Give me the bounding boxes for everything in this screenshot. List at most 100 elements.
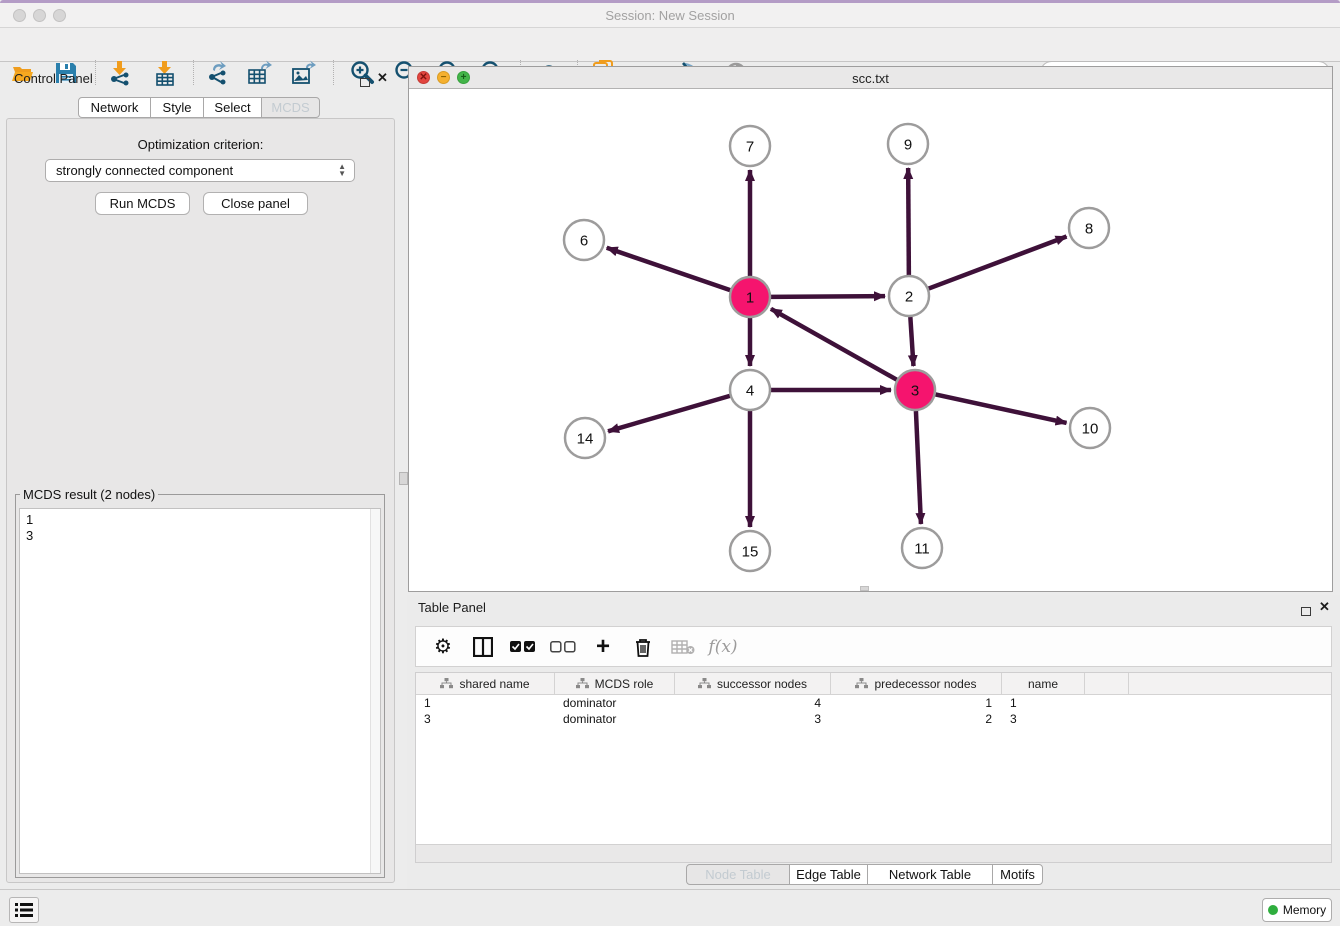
svg-text:11: 11 bbox=[914, 540, 930, 557]
table-cell[interactable]: dominator bbox=[555, 695, 675, 711]
horizontal-splitter-grip[interactable] bbox=[860, 586, 869, 591]
select-all-checkboxes-icon[interactable] bbox=[510, 634, 536, 660]
svg-text:7: 7 bbox=[746, 138, 754, 155]
graph-edge-1-6[interactable] bbox=[607, 248, 730, 290]
svg-text:15: 15 bbox=[742, 543, 759, 560]
export-table-icon[interactable] bbox=[247, 59, 275, 87]
graph-node-7[interactable]: 7 bbox=[730, 126, 770, 166]
tab-style[interactable]: Style bbox=[150, 97, 204, 118]
tab-network-table[interactable]: Network Table bbox=[867, 864, 993, 885]
graph-edge-3-11[interactable] bbox=[916, 411, 921, 524]
graph-edge-2-8[interactable] bbox=[929, 236, 1067, 288]
network-view-titlebar[interactable]: ✕ − + scc.txt bbox=[409, 67, 1332, 89]
split-columns-icon[interactable] bbox=[470, 634, 496, 660]
table-toolbar: ⚙ + f(x) bbox=[415, 626, 1332, 667]
mcds-result-group: MCDS result (2 nodes) 1 3 bbox=[15, 494, 385, 878]
graph-node-3[interactable]: 3 bbox=[895, 370, 935, 410]
graph-node-14[interactable]: 14 bbox=[565, 418, 605, 458]
graph-edge-1-2[interactable] bbox=[771, 296, 885, 297]
graph-edge-4-14[interactable] bbox=[608, 396, 730, 431]
mcds-panel: Optimization criterion: strongly connect… bbox=[6, 118, 395, 883]
gear-icon[interactable]: ⚙ bbox=[430, 634, 456, 660]
column-header-empty bbox=[1085, 673, 1129, 694]
mcds-result-area[interactable]: 1 3 bbox=[19, 508, 381, 874]
graph-edge-3-1[interactable] bbox=[771, 309, 897, 380]
table-row[interactable]: 1dominator411 bbox=[416, 695, 1331, 711]
memory-label: Memory bbox=[1283, 903, 1326, 917]
vertical-splitter-grip[interactable] bbox=[399, 472, 408, 485]
clear-checkboxes-icon[interactable] bbox=[550, 634, 576, 660]
svg-text:10: 10 bbox=[1082, 420, 1099, 437]
table-cell[interactable]: 2 bbox=[831, 711, 1002, 727]
column-header-predecessor-nodes[interactable]: predecessor nodes bbox=[831, 673, 1002, 694]
toolbar-separator bbox=[193, 60, 194, 85]
network-view-window: ✕ − + scc.txt 7 9 6 8 1 2 4 3 14 10 15 11 bbox=[408, 66, 1333, 592]
column-header-MCDS-role[interactable]: MCDS role bbox=[555, 673, 675, 694]
mcds-result-title: MCDS result (2 nodes) bbox=[20, 487, 158, 502]
graph-node-4[interactable]: 4 bbox=[730, 370, 770, 410]
task-history-button[interactable] bbox=[9, 897, 39, 923]
add-column-icon[interactable]: + bbox=[590, 634, 616, 660]
titlebar: Session: New Session bbox=[0, 3, 1340, 28]
delete-table-icon[interactable] bbox=[670, 634, 696, 660]
network-canvas[interactable]: 7 9 6 8 1 2 4 3 14 10 15 11 bbox=[409, 89, 1332, 591]
svg-text:6: 6 bbox=[580, 232, 588, 249]
graph-edge-3-10[interactable] bbox=[936, 394, 1067, 422]
tab-node-table[interactable]: Node Table bbox=[686, 864, 790, 885]
import-table-icon[interactable] bbox=[151, 59, 179, 87]
criterion-select[interactable]: strongly connected component ▲▼ bbox=[45, 159, 355, 182]
graph-node-2[interactable]: 2 bbox=[889, 276, 929, 316]
node-table[interactable]: shared nameMCDS rolesuccessor nodesprede… bbox=[415, 672, 1332, 863]
task-list-icon bbox=[15, 903, 33, 917]
control-panel-close-icon[interactable]: ✕ bbox=[377, 70, 388, 86]
delete-column-icon[interactable] bbox=[630, 634, 656, 660]
result-scrollbar[interactable] bbox=[370, 509, 380, 873]
table-body: 1dominator4113dominator323 bbox=[416, 695, 1331, 727]
tab-edge-table[interactable]: Edge Table bbox=[789, 864, 868, 885]
graph-node-10[interactable]: 10 bbox=[1070, 408, 1110, 448]
table-tabs: Node Table Edge Table Network Table Moti… bbox=[686, 864, 1043, 885]
toolbar-separator bbox=[333, 60, 334, 85]
close-panel-button[interactable]: Close panel bbox=[203, 192, 308, 215]
graph-node-11[interactable]: 11 bbox=[902, 528, 942, 568]
table-cell[interactable]: 4 bbox=[675, 695, 831, 711]
run-mcds-button[interactable]: Run MCDS bbox=[95, 192, 190, 215]
table-horizontal-scrollbar[interactable] bbox=[416, 844, 1331, 862]
table-cell[interactable]: 3 bbox=[675, 711, 831, 727]
table-cell[interactable]: 1 bbox=[1002, 695, 1085, 711]
table-cell[interactable]: dominator bbox=[555, 711, 675, 727]
table-panel-close-icon[interactable]: ✕ bbox=[1319, 599, 1330, 615]
tab-motifs[interactable]: Motifs bbox=[992, 864, 1043, 885]
table-row[interactable]: 3dominator323 bbox=[416, 711, 1331, 727]
table-cell[interactable]: 1 bbox=[831, 695, 1002, 711]
tab-select[interactable]: Select bbox=[203, 97, 262, 118]
graph-edge-2-3[interactable] bbox=[910, 317, 913, 366]
import-network-icon[interactable] bbox=[106, 59, 134, 87]
memory-button[interactable]: Memory bbox=[1262, 898, 1332, 922]
column-header-shared-name[interactable]: shared name bbox=[416, 673, 555, 694]
function-builder-icon[interactable]: f(x) bbox=[710, 634, 736, 660]
export-image-icon[interactable] bbox=[291, 59, 319, 87]
status-bar: Memory bbox=[0, 889, 1340, 926]
table-cell[interactable]: 3 bbox=[416, 711, 555, 727]
tab-mcds[interactable]: MCDS bbox=[261, 97, 320, 118]
svg-text:8: 8 bbox=[1085, 220, 1093, 237]
graph-node-15[interactable]: 15 bbox=[730, 531, 770, 571]
table-cell[interactable]: 3 bbox=[1002, 711, 1085, 727]
graph-node-6[interactable]: 6 bbox=[564, 220, 604, 260]
control-panel-float-icon[interactable] bbox=[360, 74, 370, 92]
window-title: Session: New Session bbox=[0, 8, 1340, 23]
table-header-row: shared nameMCDS rolesuccessor nodesprede… bbox=[416, 673, 1331, 695]
table-cell[interactable]: 1 bbox=[416, 695, 555, 711]
graph-node-8[interactable]: 8 bbox=[1069, 208, 1109, 248]
table-panel: Table Panel ✕ ⚙ + f(x) shared nameMCDS r… bbox=[407, 595, 1340, 889]
column-header-successor-nodes[interactable]: successor nodes bbox=[675, 673, 831, 694]
tab-network[interactable]: Network bbox=[78, 97, 151, 118]
graph-node-9[interactable]: 9 bbox=[888, 124, 928, 164]
graph-node-1[interactable]: 1 bbox=[730, 277, 770, 317]
table-panel-float-icon[interactable] bbox=[1301, 603, 1311, 621]
graph-edge-2-9[interactable] bbox=[908, 168, 909, 275]
column-header-name[interactable]: name bbox=[1002, 673, 1085, 694]
svg-text:1: 1 bbox=[746, 289, 754, 306]
export-network-icon[interactable] bbox=[204, 59, 232, 87]
